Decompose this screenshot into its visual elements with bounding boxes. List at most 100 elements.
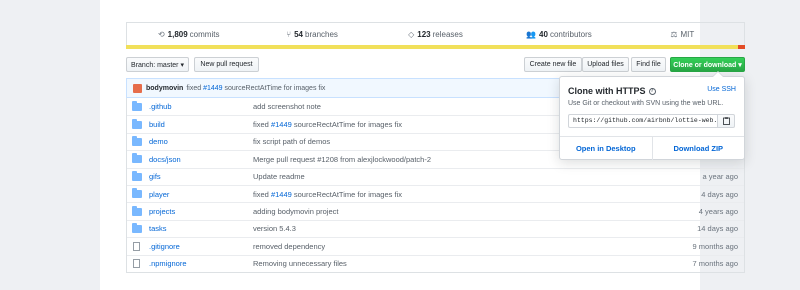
file-name-link[interactable]: gifs: [149, 172, 259, 181]
new-pull-request-button[interactable]: New pull request: [194, 57, 259, 72]
commit-message-link[interactable]: removed dependency: [253, 242, 325, 251]
commit-message-text: Removing unnecessary files: [253, 259, 347, 269]
table-row[interactable]: .npmignore Removing unnecessary files 7 mo…: [127, 254, 744, 272]
commit-message-text: sourceRectAtTime for images fix: [224, 84, 326, 92]
license-stat[interactable]: ⚖ MIT: [621, 23, 744, 46]
license-label: MIT: [680, 30, 695, 39]
clone-footer: Open in Desktop Download ZIP: [560, 136, 744, 160]
commit-message-link[interactable]: fixed #1449 sourceRectAtTime for images …: [253, 190, 402, 199]
language-bar-secondary: [738, 45, 745, 49]
people-icon: 👥: [526, 30, 537, 39]
commit-age: 4 years ago: [698, 207, 738, 217]
file-name-link[interactable]: projects: [149, 207, 259, 216]
folder-icon: [132, 222, 142, 233]
commit-message-text: fixed: [253, 120, 269, 130]
law-icon: ⚖: [670, 30, 678, 39]
avatar[interactable]: [133, 83, 142, 93]
contributors-label: contributors: [549, 30, 592, 39]
commit-message-link[interactable]: version 5.4.3: [253, 224, 296, 233]
commit-message-text: sourceRectAtTime for images fix: [293, 189, 402, 199]
file-icon: [133, 259, 140, 269]
commit-message-link[interactable]: Merge pull request #1208 from alexjlockw…: [253, 155, 431, 164]
commit-message-text: Update readme: [253, 172, 305, 182]
table-row[interactable]: player fixed #1449 sourceRectAtTime for i…: [127, 184, 744, 202]
commits-count: 1,809: [167, 30, 188, 39]
releases-stat[interactable]: ◇ 123 releases: [374, 23, 497, 46]
file-name-link[interactable]: .npmignore: [149, 259, 259, 268]
file-icon: [133, 241, 140, 251]
commit-message-link[interactable]: Update readme: [253, 172, 305, 181]
file-name-link[interactable]: player: [149, 190, 259, 199]
clone-url-input[interactable]: https://github.com/airbnb/lottie-web.: [568, 114, 718, 128]
commit-message-link[interactable]: adding bodymovin project: [253, 207, 338, 216]
contributors-stat[interactable]: 👥 40 contributors: [497, 23, 620, 46]
branch-icon: ⑂: [286, 30, 292, 39]
commit-message-text: removed dependency: [253, 241, 326, 251]
commit-message: fixed #1449 sourceRectAtTime for images …: [186, 85, 325, 92]
language-bar[interactable]: [126, 45, 745, 49]
clone-or-download-button[interactable]: Clone or download ▾: [670, 57, 745, 72]
commit-message-text: fixed: [253, 189, 269, 199]
commit-prefix: fixed: [186, 84, 202, 92]
table-row[interactable]: .gitignore removed dependency 9 months ago: [127, 237, 744, 254]
commits-label: commits: [189, 30, 220, 39]
releases-label: releases: [432, 30, 463, 39]
issue-link[interactable]: #1449: [271, 120, 292, 129]
folder-icon: [132, 170, 142, 181]
commit-message-text: Merge pull request #1208 from alexjlockw…: [253, 154, 432, 164]
commit-message-text: add screenshot note: [253, 102, 321, 112]
commit-message-text: version 5.4.3: [253, 224, 296, 234]
table-row[interactable]: projects adding bodymovin project 4 years …: [127, 202, 744, 219]
commit-message-link[interactable]: Removing unnecessary files: [253, 259, 347, 268]
repo-page: ⟲ 1,809 commits ⑂ 54 branches ◇ 123 rele…: [100, 0, 745, 290]
commit-age: 7 months ago: [692, 259, 738, 269]
file-name-link[interactable]: .gitignore: [149, 242, 259, 251]
branches-stat[interactable]: ⑂ 54 branches: [250, 23, 373, 46]
clone-title: Clone with HTTPS?: [568, 86, 656, 96]
repo-stats-bar: ⟲ 1,809 commits ⑂ 54 branches ◇ 123 rele…: [126, 22, 745, 46]
commit-age: 4 days ago: [701, 189, 738, 199]
commit-message-text: adding bodymovin project: [253, 207, 339, 217]
folder-icon: [132, 153, 142, 164]
file-name-link[interactable]: docs/json: [149, 155, 259, 164]
find-file-button[interactable]: Find file: [631, 57, 666, 72]
commit-message-link[interactable]: fixed #1449 sourceRectAtTime for images …: [253, 120, 402, 129]
create-new-file-button[interactable]: Create new file: [524, 57, 582, 72]
table-row[interactable]: gifs Update readme a year ago: [127, 167, 744, 185]
commit-author[interactable]: bodymovin: [146, 85, 183, 92]
commit-message-text: fix script path of demos: [253, 137, 331, 147]
commit-issue-link[interactable]: #1449: [203, 85, 222, 92]
folder-icon: [132, 205, 142, 216]
table-row[interactable]: tasks version 5.4.3 14 days ago: [127, 219, 744, 237]
history-icon: ⟲: [157, 30, 165, 39]
clone-description: Use Git or checkout with SVN using the w…: [568, 100, 724, 107]
branch-select-button[interactable]: Branch: master ▾: [126, 57, 189, 72]
commits-stat[interactable]: ⟲ 1,809 commits: [127, 23, 250, 46]
clone-title-text: Clone with HTTPS: [568, 86, 646, 96]
folder-icon: [132, 188, 142, 199]
file-name-link[interactable]: tasks: [149, 224, 259, 233]
file-name-link[interactable]: .github: [149, 102, 259, 111]
commit-age: 9 months ago: [692, 241, 738, 251]
upload-files-button[interactable]: Upload files: [582, 57, 629, 72]
commit-age: 14 days ago: [697, 224, 738, 234]
commit-message-text: sourceRectAtTime for images fix: [293, 120, 402, 130]
folder-icon: [132, 100, 142, 111]
commit-age: a year ago: [702, 172, 738, 182]
contributors-count: 40: [539, 30, 548, 39]
download-zip-button[interactable]: Download ZIP: [653, 137, 745, 160]
commit-message-link[interactable]: add screenshot note: [253, 102, 321, 111]
branches-label: branches: [305, 30, 338, 39]
issue-link[interactable]: #1449: [271, 190, 292, 199]
commit-message-link[interactable]: fix script path of demos: [253, 137, 330, 146]
file-name-link[interactable]: demo: [149, 137, 259, 146]
open-in-desktop-button[interactable]: Open in Desktop: [560, 137, 653, 160]
file-name-link[interactable]: build: [149, 120, 259, 129]
folder-icon: [132, 118, 142, 129]
question-icon[interactable]: ?: [648, 88, 656, 96]
clipboard-icon[interactable]: [717, 114, 735, 128]
folder-icon: [132, 135, 142, 146]
clone-dropdown: Clone with HTTPS? Use SSH Use Git or che…: [559, 71, 745, 160]
use-ssh-link[interactable]: Use SSH: [707, 86, 736, 93]
tag-icon: ◇: [408, 30, 415, 39]
